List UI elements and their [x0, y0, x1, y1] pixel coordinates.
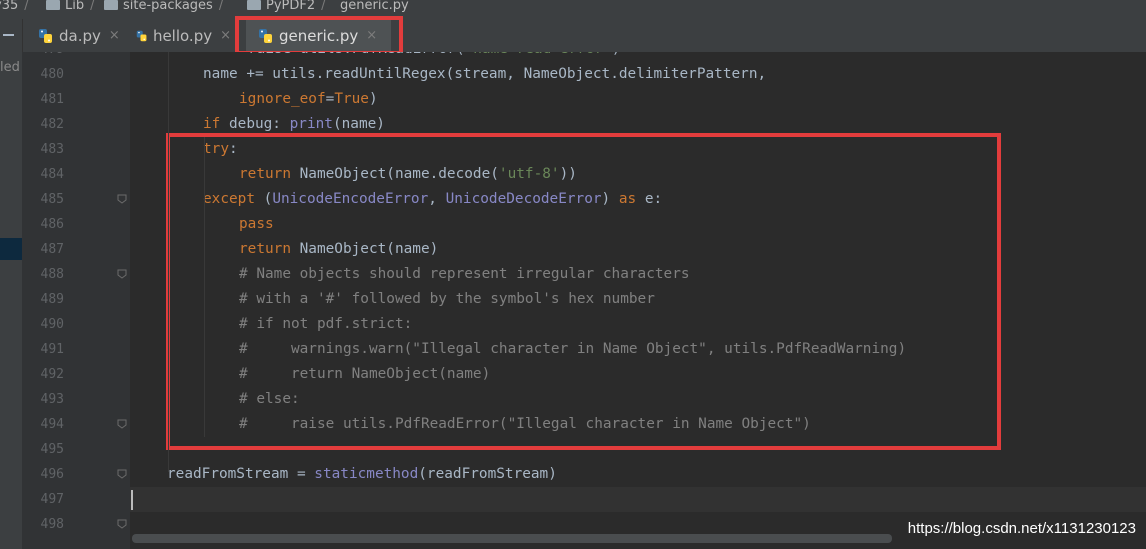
breadcrumb-label: y35: [0, 0, 19, 13]
line-number: 495: [40, 442, 64, 457]
python-file-icon: [39, 28, 52, 43]
code-line[interactable]: readFromStream = staticmethod(readFromSt…: [0, 462, 1146, 487]
line-number: 488: [40, 267, 64, 282]
collapse-icon[interactable]: [3, 34, 14, 36]
line-number: 487: [40, 242, 64, 257]
breadcrumb-label: generic.py: [340, 0, 409, 13]
breadcrumb-item[interactable]: site-packages /: [104, 0, 223, 15]
watermark: https://blog.csdn.net/x1131230123: [907, 520, 1136, 537]
line-number: 491: [40, 342, 64, 357]
python-file-icon: [136, 30, 147, 41]
code-token: name += utils.readUntilRegex(stream, Nam…: [203, 66, 767, 82]
code-token: debug:: [220, 116, 290, 132]
line-number: 496: [40, 467, 64, 482]
scrollbar-thumb[interactable]: [132, 534, 892, 543]
code-line[interactable]: name += utils.readUntilRegex(stream, Nam…: [0, 62, 1146, 87]
breadcrumb-item[interactable]: generic.py: [340, 0, 409, 15]
breadcrumb-label: site-packages: [123, 0, 213, 13]
breadcrumb-separator: /: [90, 0, 95, 13]
fold-marker-icon[interactable]: [117, 519, 127, 529]
breadcrumb-item[interactable]: y35 /: [0, 0, 29, 15]
code-line[interactable]: [0, 487, 1146, 512]
line-number: 486: [40, 217, 64, 232]
tab-label: da.py: [59, 26, 101, 45]
close-icon[interactable]: ×: [109, 28, 120, 43]
fold-marker-icon[interactable]: [117, 269, 127, 279]
breadcrumb-separator: /: [321, 0, 326, 13]
folder-icon: [104, 0, 118, 10]
code-token: if: [203, 116, 221, 132]
line-number: 494: [40, 417, 64, 432]
project-panel-toggle[interactable]: [0, 19, 23, 52]
text-caret: [131, 490, 133, 510]
folder-icon: [46, 0, 60, 10]
line-number: 492: [40, 367, 64, 382]
code-token: readFromStream =: [167, 466, 315, 482]
tab-da-py[interactable]: da.py ×: [30, 19, 130, 52]
line-number: 483: [40, 142, 64, 157]
breadcrumb-item[interactable]: Lib /: [46, 0, 95, 15]
code-token: True: [334, 91, 369, 107]
line-number: 482: [40, 117, 64, 132]
line-number: 485: [40, 192, 64, 207]
breadcrumb-item[interactable]: PyPDF2 /: [247, 0, 326, 15]
indent-guide: [168, 52, 169, 472]
breadcrumb-separator: /: [24, 0, 29, 13]
fold-marker-icon[interactable]: [117, 469, 127, 479]
line-number: 480: [40, 67, 64, 82]
code-token: ignore_eof: [239, 91, 326, 107]
line-number: 481: [40, 92, 64, 107]
code-token: =: [325, 91, 335, 107]
line-number: 484: [40, 167, 64, 182]
line-number: 498: [40, 517, 64, 532]
code-token: (readFromStream): [418, 466, 557, 482]
breadcrumb-label: PyPDF2: [266, 0, 316, 13]
code-token: (name): [332, 116, 385, 132]
folder-icon: [247, 0, 261, 10]
editor-tab-bar: da.py × hello.py × generic.py ×: [0, 19, 1146, 53]
breadcrumb-label: Lib: [65, 0, 85, 13]
line-number: 489: [40, 292, 64, 307]
code-token: ): [368, 91, 378, 107]
annotation-highlight-code: [166, 133, 1001, 450]
code-token: print: [289, 116, 333, 132]
fold-marker-icon[interactable]: [117, 194, 127, 204]
line-number: 490: [40, 317, 64, 332]
breadcrumb-separator: /: [218, 0, 224, 13]
indent-guide: [204, 137, 205, 437]
code-token: staticmethod: [314, 466, 419, 482]
line-number: 493: [40, 392, 64, 407]
fold-marker-icon[interactable]: [117, 419, 127, 429]
tab-label: hello.py: [152, 26, 213, 45]
code-line[interactable]: ignore_eof=True): [0, 87, 1146, 112]
line-number: 497: [40, 492, 64, 507]
breadcrumb: y35 / Lib / site-packages / PyPDF2 / generic.py: [0, 0, 1146, 19]
close-icon[interactable]: ×: [220, 28, 231, 43]
tab-hello-py[interactable]: hello.py ×: [128, 19, 231, 52]
annotation-highlight-tab: [235, 16, 403, 55]
